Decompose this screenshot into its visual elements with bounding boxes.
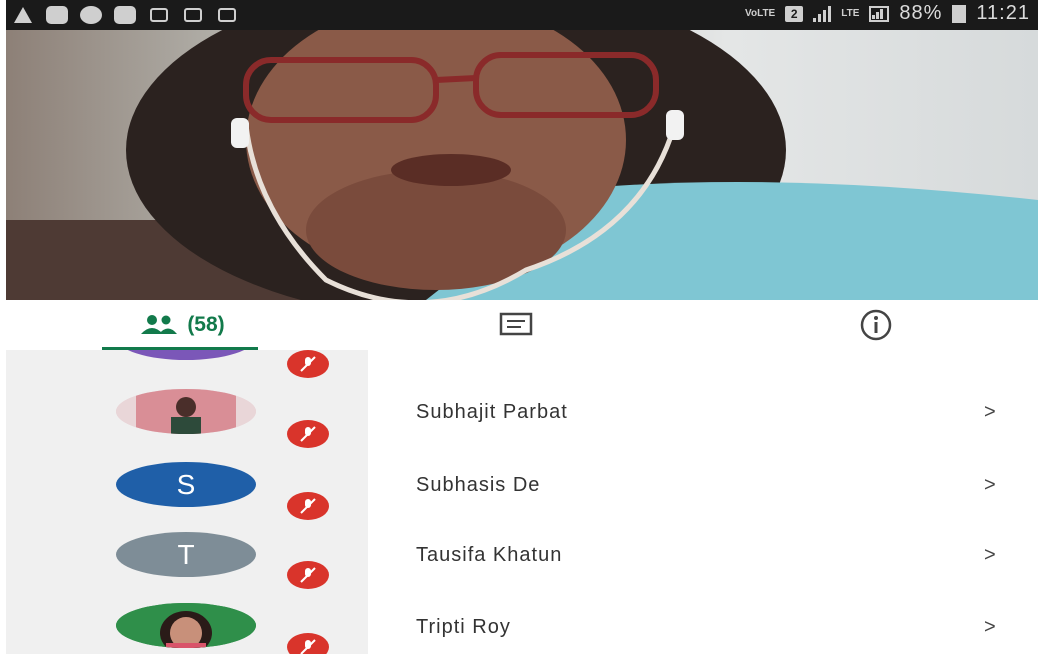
warning-icon [12, 5, 34, 25]
mail-icon [46, 5, 68, 25]
list-item[interactable]: S Subhasis De > [6, 460, 1038, 530]
participant-name: Subhajit Parbat [416, 401, 568, 423]
speaker-video [6, 30, 1038, 300]
mail-icon [114, 5, 136, 25]
status-bar: VoLTE 2 LTE 88% 11:21 [6, 0, 1038, 30]
chevron-right-icon[interactable]: > [984, 401, 996, 424]
image-icon [182, 5, 204, 25]
chevron-right-icon[interactable]: > [984, 474, 996, 497]
avatar [116, 350, 256, 360]
email-icon [148, 5, 170, 25]
avatar: S [116, 462, 256, 507]
battery-percent: 88% [899, 2, 943, 24]
battery-icon [952, 4, 967, 23]
mic-muted-icon[interactable] [287, 561, 329, 589]
volte-label: VoLTE [745, 7, 776, 19]
avatar-photo [116, 389, 256, 434]
sim-slot-icon: 2 [785, 5, 804, 22]
chevron-right-icon[interactable]: > [984, 544, 996, 567]
list-item[interactable]: Subhajit Parbat > [6, 385, 1038, 455]
avatar: T [116, 532, 256, 577]
app-icon [216, 5, 238, 25]
clock: 11:21 [976, 2, 1030, 24]
participant-name: Tausifa Khatun [416, 544, 563, 566]
tab-participants[interactable]: (58) [102, 300, 262, 350]
avatar-photo [116, 603, 256, 648]
people-icon [141, 315, 178, 334]
list-item[interactable]: Tripti Roy > [6, 602, 1038, 654]
chat-icon [499, 312, 533, 336]
participant-name: Subhasis De [416, 474, 541, 496]
tab-info[interactable] [826, 300, 926, 350]
participant-count: (58) [187, 313, 225, 336]
participant-name: Tripti Roy [416, 616, 511, 638]
chevron-right-icon[interactable]: > [984, 616, 996, 639]
system-indicators: VoLTE 2 LTE 88% 11:21 [745, 2, 1030, 25]
mic-muted-icon[interactable] [287, 420, 329, 448]
list-item[interactable]: T Tausifa Khatun > [6, 530, 1038, 600]
meeting-tabs: (58) [6, 300, 1038, 350]
list-item[interactable] [6, 350, 1038, 385]
info-icon [860, 309, 892, 341]
avatar-letter: T [177, 538, 195, 570]
signal-icon [813, 5, 832, 22]
chat-icon [80, 5, 102, 25]
lte-label: LTE [841, 7, 860, 19]
participant-list[interactable]: Subhajit Parbat > S Subhasis De > T Taus… [6, 350, 1038, 654]
mic-muted-icon[interactable] [287, 492, 329, 520]
notification-icons [12, 5, 238, 25]
avatar-letter: S [176, 468, 196, 500]
tab-chat[interactable] [466, 300, 566, 350]
mic-muted-icon[interactable] [287, 633, 329, 654]
signal-2-icon [869, 5, 890, 22]
video-feed[interactable] [6, 30, 1038, 300]
mic-muted-icon[interactable] [287, 350, 329, 378]
